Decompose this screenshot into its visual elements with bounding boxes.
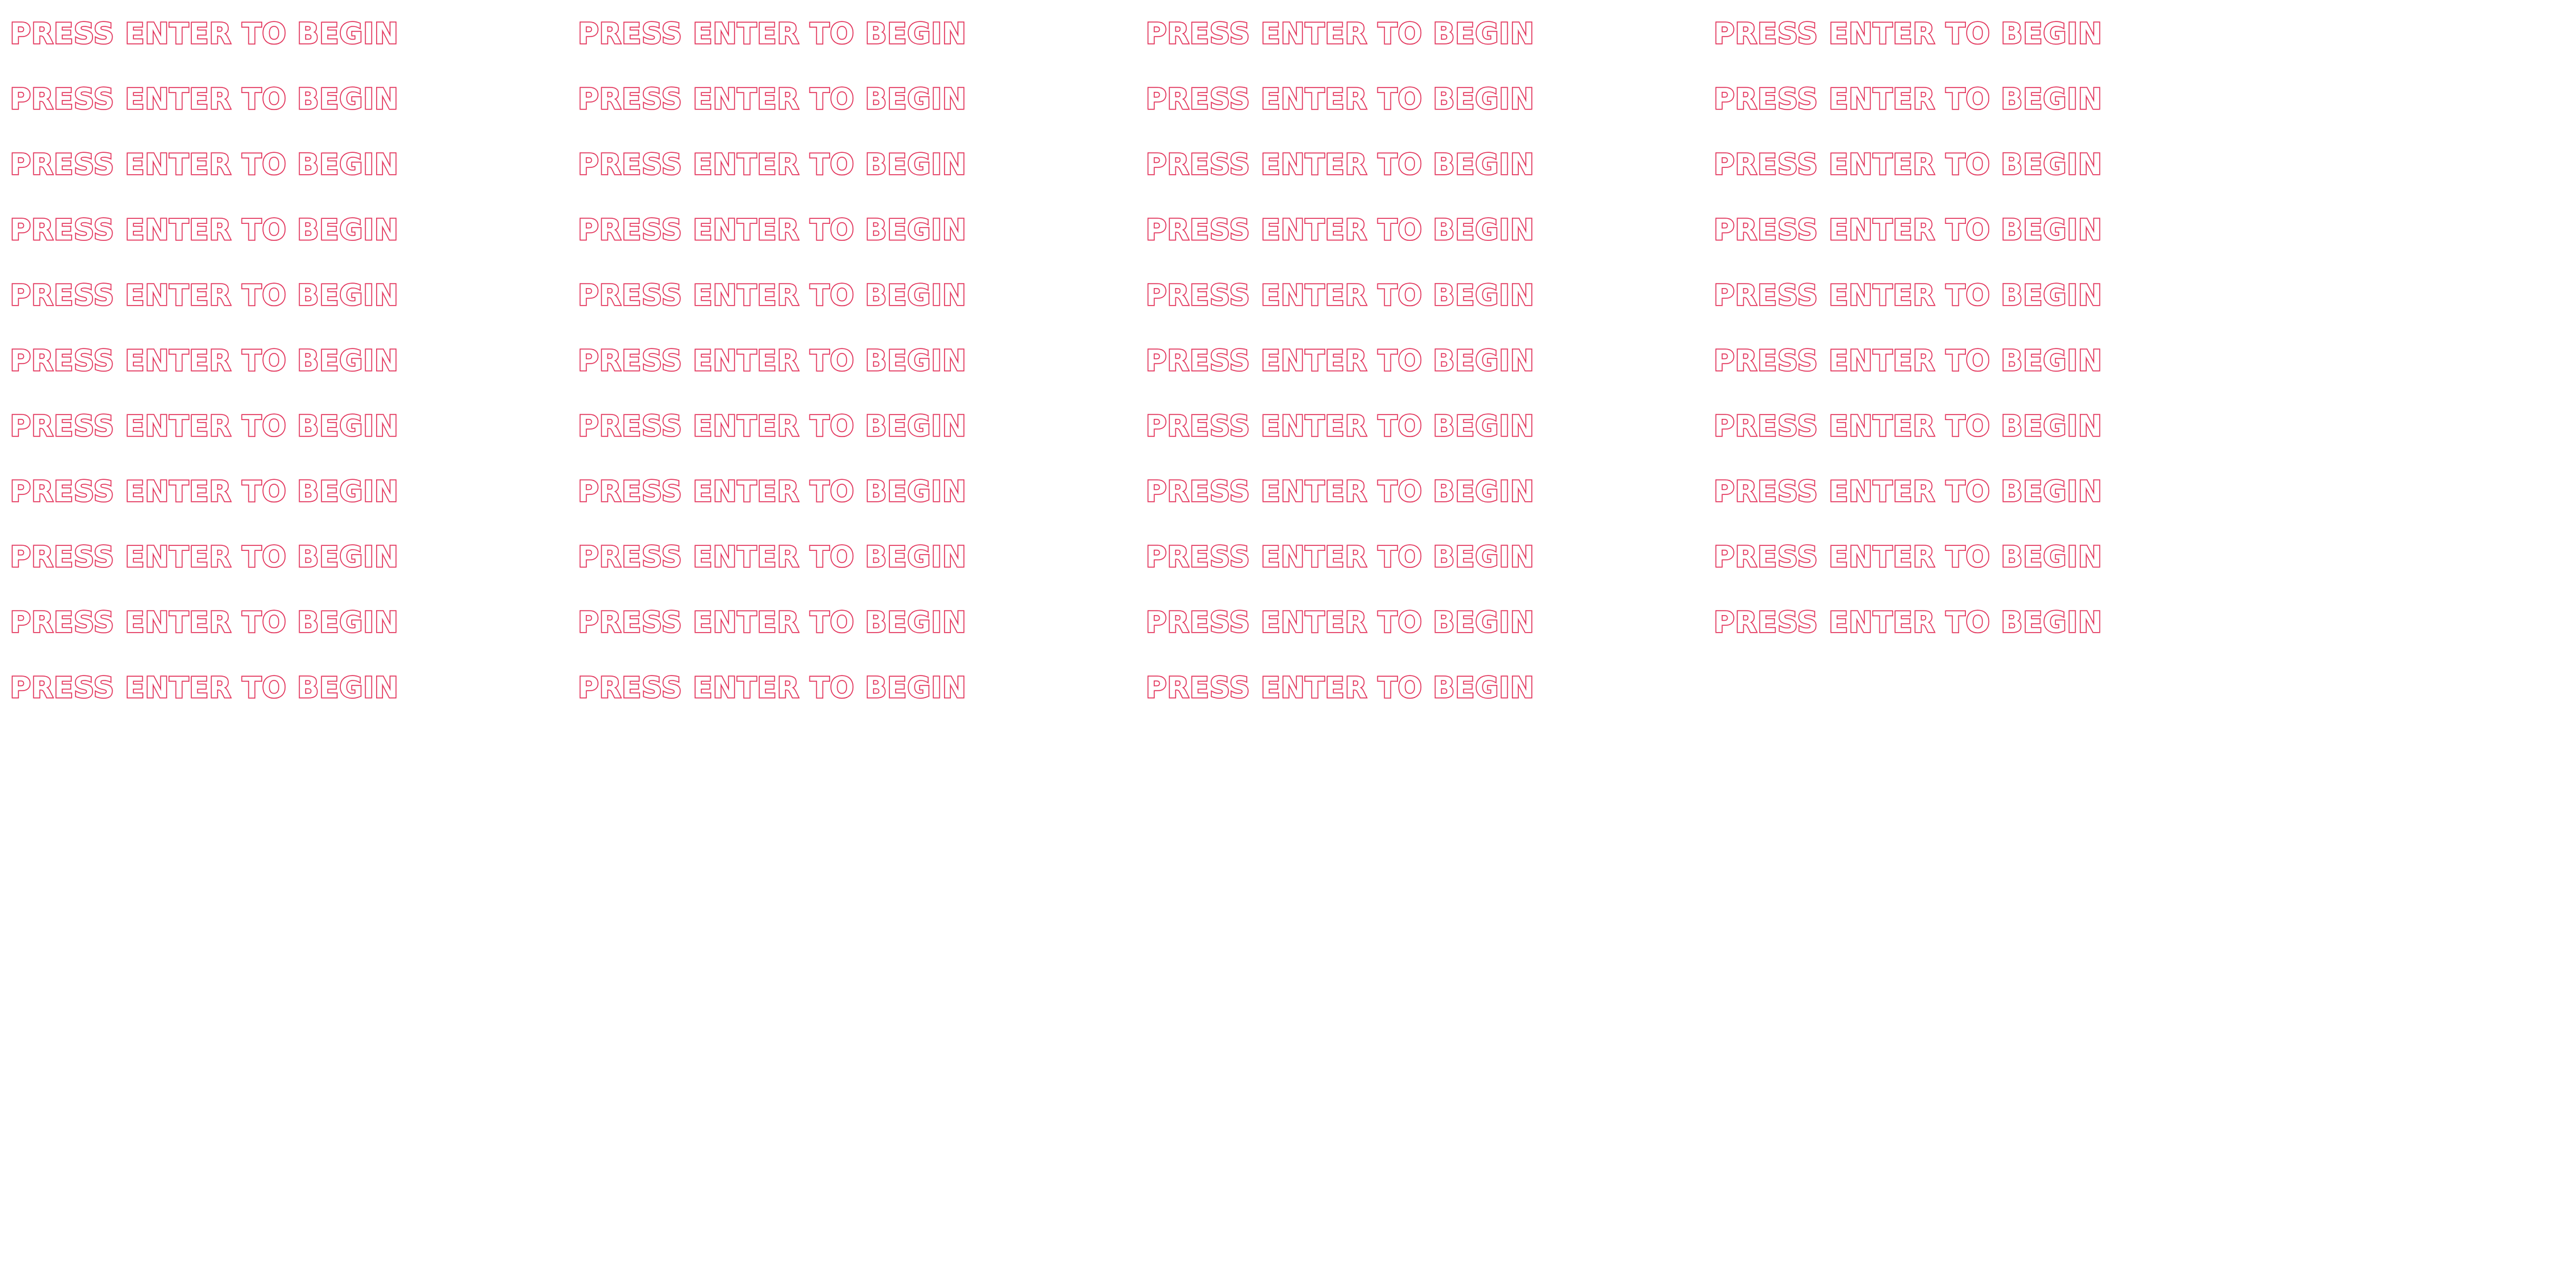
press-enter-prompt: PRESS ENTER TO BEGIN — [1145, 16, 1535, 52]
press-enter-prompt: PRESS ENTER TO BEGIN — [9, 605, 399, 640]
press-enter-prompt: PRESS ENTER TO BEGIN — [9, 540, 399, 575]
press-enter-prompt: PRESS ENTER TO BEGIN — [577, 605, 967, 640]
press-enter-prompt: PRESS ENTER TO BEGIN — [1713, 213, 2103, 248]
press-enter-prompt: PRESS ENTER TO BEGIN — [1145, 147, 1535, 182]
press-enter-prompt: PRESS ENTER TO BEGIN — [577, 474, 967, 509]
press-enter-prompt: PRESS ENTER TO BEGIN — [1145, 670, 1535, 706]
press-enter-prompt: PRESS ENTER TO BEGIN — [1145, 213, 1535, 248]
press-enter-prompt: PRESS ENTER TO BEGIN — [1145, 82, 1535, 117]
press-enter-prompt: PRESS ENTER TO BEGIN — [577, 670, 967, 706]
press-enter-prompt: PRESS ENTER TO BEGIN — [9, 409, 399, 444]
press-enter-prompt: PRESS ENTER TO BEGIN — [9, 278, 399, 313]
press-enter-prompt: PRESS ENTER TO BEGIN — [577, 147, 967, 182]
press-enter-prompt: PRESS ENTER TO BEGIN — [9, 474, 399, 509]
press-enter-prompt: PRESS ENTER TO BEGIN — [1713, 474, 2103, 509]
press-enter-prompt: PRESS ENTER TO BEGIN — [1713, 147, 2103, 182]
press-enter-prompt: PRESS ENTER TO BEGIN — [9, 213, 399, 248]
press-enter-prompt: PRESS ENTER TO BEGIN — [9, 16, 399, 52]
press-enter-prompt: PRESS ENTER TO BEGIN — [1145, 474, 1535, 509]
press-enter-prompt: PRESS ENTER TO BEGIN — [577, 82, 967, 117]
press-enter-prompt: PRESS ENTER TO BEGIN — [1145, 605, 1535, 640]
press-enter-prompt: PRESS ENTER TO BEGIN — [1145, 409, 1535, 444]
press-enter-prompt: PRESS ENTER TO BEGIN — [1713, 605, 2103, 640]
press-enter-prompt: PRESS ENTER TO BEGIN — [9, 147, 399, 182]
press-enter-prompt: PRESS ENTER TO BEGIN — [1713, 278, 2103, 313]
press-enter-prompt: PRESS ENTER TO BEGIN — [1145, 540, 1535, 575]
press-enter-prompt: PRESS ENTER TO BEGIN — [1713, 82, 2103, 117]
press-enter-prompt: PRESS ENTER TO BEGIN — [577, 343, 967, 379]
press-enter-prompt: PRESS ENTER TO BEGIN — [577, 16, 967, 52]
sprite-sheet: PRESS ENTER TO BEGIN PRESS ENTER TO BEGIN… — [0, 0, 2576, 1288]
press-enter-prompt: PRESS ENTER TO BEGIN — [9, 82, 399, 117]
press-enter-prompt: PRESS ENTER TO BEGIN — [577, 409, 967, 444]
press-enter-prompt: PRESS ENTER TO BEGIN — [577, 213, 967, 248]
press-enter-prompt: PRESS ENTER TO BEGIN — [577, 278, 967, 313]
press-enter-prompt: PRESS ENTER TO BEGIN — [1713, 540, 2103, 575]
press-enter-prompt: PRESS ENTER TO BEGIN — [577, 540, 967, 575]
press-enter-prompt: PRESS ENTER TO BEGIN — [9, 670, 399, 706]
press-enter-prompt: PRESS ENTER TO BEGIN — [1145, 278, 1535, 313]
press-enter-prompt: PRESS ENTER TO BEGIN — [1145, 343, 1535, 379]
press-enter-prompt: PRESS ENTER TO BEGIN — [9, 343, 399, 379]
press-enter-prompt: PRESS ENTER TO BEGIN — [1713, 343, 2103, 379]
press-enter-prompt: PRESS ENTER TO BEGIN — [1713, 409, 2103, 444]
press-enter-prompt: PRESS ENTER TO BEGIN — [1713, 16, 2103, 52]
